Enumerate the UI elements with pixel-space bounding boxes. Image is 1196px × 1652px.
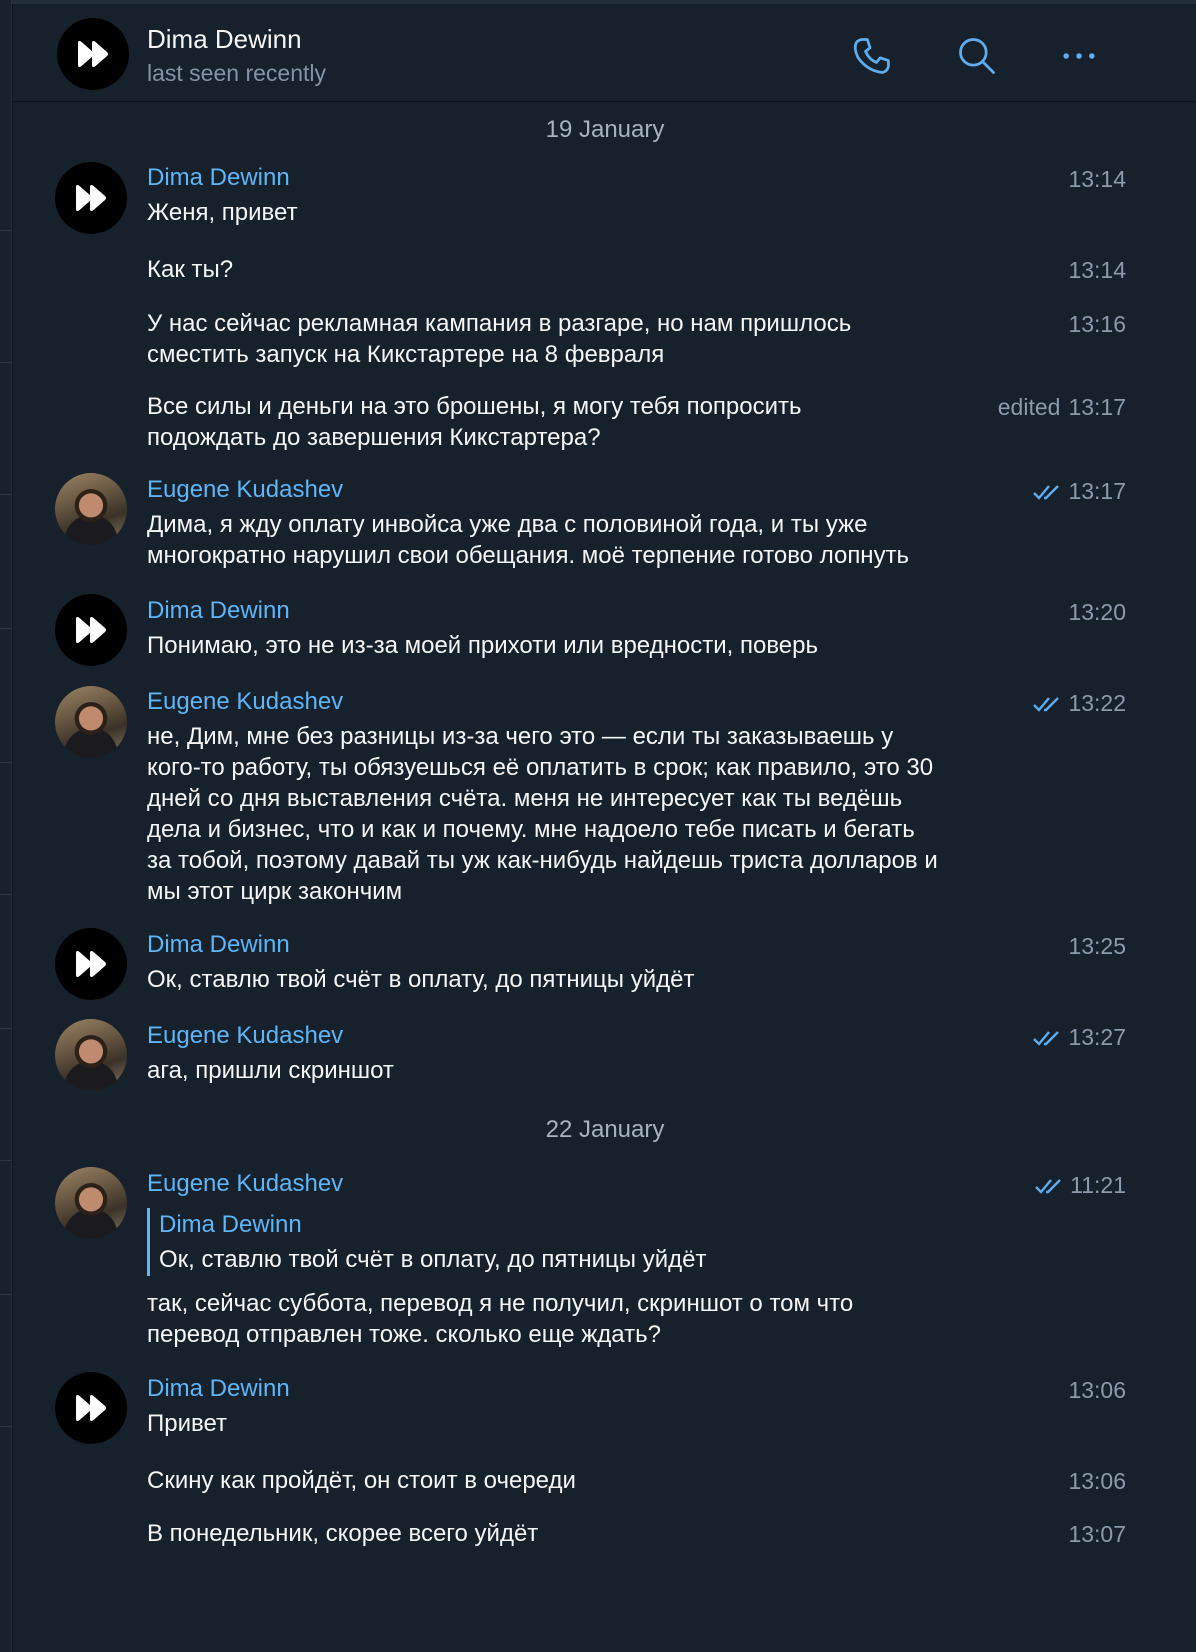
- sender-avatar[interactable]: [55, 594, 127, 666]
- sender-avatar[interactable]: [55, 162, 127, 234]
- double-check-icon: [1034, 1177, 1064, 1195]
- message-text: Дима, я жду оплату инвойса уже два с пол…: [147, 511, 910, 569]
- message-time: 13:06: [1068, 1468, 1126, 1494]
- sender-avatar[interactable]: [55, 928, 127, 1000]
- sender-name[interactable]: Dima Dewinn: [147, 597, 290, 625]
- edited-label: edited: [997, 394, 1061, 420]
- chat-window: Dima Dewinn last seen recently 19 Januar…: [12, 4, 1196, 1652]
- sender-avatar[interactable]: [55, 1372, 127, 1444]
- message-text: Все силы и деньги на это брошены, я могу…: [147, 393, 802, 451]
- sender-name[interactable]: Eugene Kudashev: [147, 1170, 343, 1198]
- fast-forward-logo-icon: [76, 1395, 106, 1421]
- fast-forward-logo-icon: [76, 951, 106, 977]
- message-text: Ок, ставлю твой счёт в оплату, до пятниц…: [147, 966, 695, 993]
- message-time: 11:21: [1034, 1172, 1126, 1199]
- reply-quote-text: Ок, ставлю твой счёт в оплату, до пятниц…: [159, 1246, 707, 1273]
- message-text: В понедельник, скорее всего уйдёт: [147, 1520, 539, 1547]
- sender-name[interactable]: Eugene Kudashev: [147, 688, 343, 716]
- message-time: 13:22: [1032, 690, 1126, 717]
- message-time: 13:20: [1068, 599, 1126, 625]
- sender-name[interactable]: Dima Dewinn: [147, 1375, 290, 1403]
- sender-name[interactable]: Eugene Kudashev: [147, 1022, 343, 1050]
- message-text: Женя, привет: [147, 199, 298, 226]
- sender-name[interactable]: Eugene Kudashev: [147, 476, 343, 504]
- message-text: не, Дим, мне без разницы из-за чего это …: [147, 723, 938, 905]
- reply-quote-sender: Dima Dewinn: [159, 1211, 302, 1238]
- message-time: 13:07: [1068, 1521, 1126, 1547]
- search-icon[interactable]: [953, 32, 1001, 80]
- date-separator: 19 January: [545, 116, 665, 143]
- sender-avatar-photo[interactable]: [55, 1167, 127, 1239]
- sender-name[interactable]: Dima Dewinn: [147, 931, 290, 959]
- fast-forward-logo-icon: [76, 185, 106, 211]
- message-text: Как ты?: [147, 256, 234, 283]
- message-text: ага, пришли скриншот: [147, 1057, 394, 1084]
- phone-icon[interactable]: [847, 32, 895, 80]
- sender-name[interactable]: Dima Dewinn: [147, 164, 290, 192]
- message-text: Привет: [147, 1410, 228, 1437]
- chat-list-edge: [0, 0, 12, 1652]
- message-time: 13:14: [1068, 166, 1126, 192]
- chat-title[interactable]: Dima Dewinn: [147, 24, 302, 55]
- message-time: 13:25: [1068, 933, 1126, 959]
- message-time: 13:27: [1032, 1024, 1126, 1051]
- message-time: 13:17: [1032, 478, 1126, 505]
- reply-quote[interactable]: Dima Dewinn Ок, ставлю твой счёт в оплат…: [147, 1208, 1027, 1276]
- more-icon[interactable]: [1055, 32, 1103, 80]
- message-text: Понимаю, это не из-за моей прихоти или в…: [147, 632, 818, 659]
- fast-forward-logo-icon: [76, 617, 106, 643]
- double-check-icon: [1032, 695, 1062, 713]
- chat-header[interactable]: Dima Dewinn last seen recently: [13, 4, 1196, 102]
- chat-status: last seen recently: [147, 60, 326, 86]
- double-check-icon: [1032, 483, 1062, 501]
- date-separator: 22 January: [545, 1116, 665, 1143]
- double-check-icon: [1032, 1029, 1062, 1047]
- sender-avatar-photo[interactable]: [55, 473, 127, 545]
- message-text: У нас сейчас рекламная кампания в разгар…: [147, 310, 852, 368]
- sender-avatar-photo[interactable]: [55, 1019, 127, 1091]
- message-time: edited 13:17: [997, 394, 1126, 420]
- message-time: 13:06: [1068, 1377, 1126, 1403]
- message-time: 13:16: [1068, 311, 1126, 337]
- fast-forward-logo-icon: [78, 41, 108, 67]
- sender-avatar-photo[interactable]: [55, 686, 127, 758]
- message-time: 13:14: [1068, 257, 1126, 283]
- message-text: так, сейчас суббота, перевод я не получи…: [147, 1290, 854, 1348]
- message-text: Скину как пройдёт, он стоит в очереди: [147, 1467, 576, 1494]
- chat-avatar[interactable]: [57, 18, 129, 90]
